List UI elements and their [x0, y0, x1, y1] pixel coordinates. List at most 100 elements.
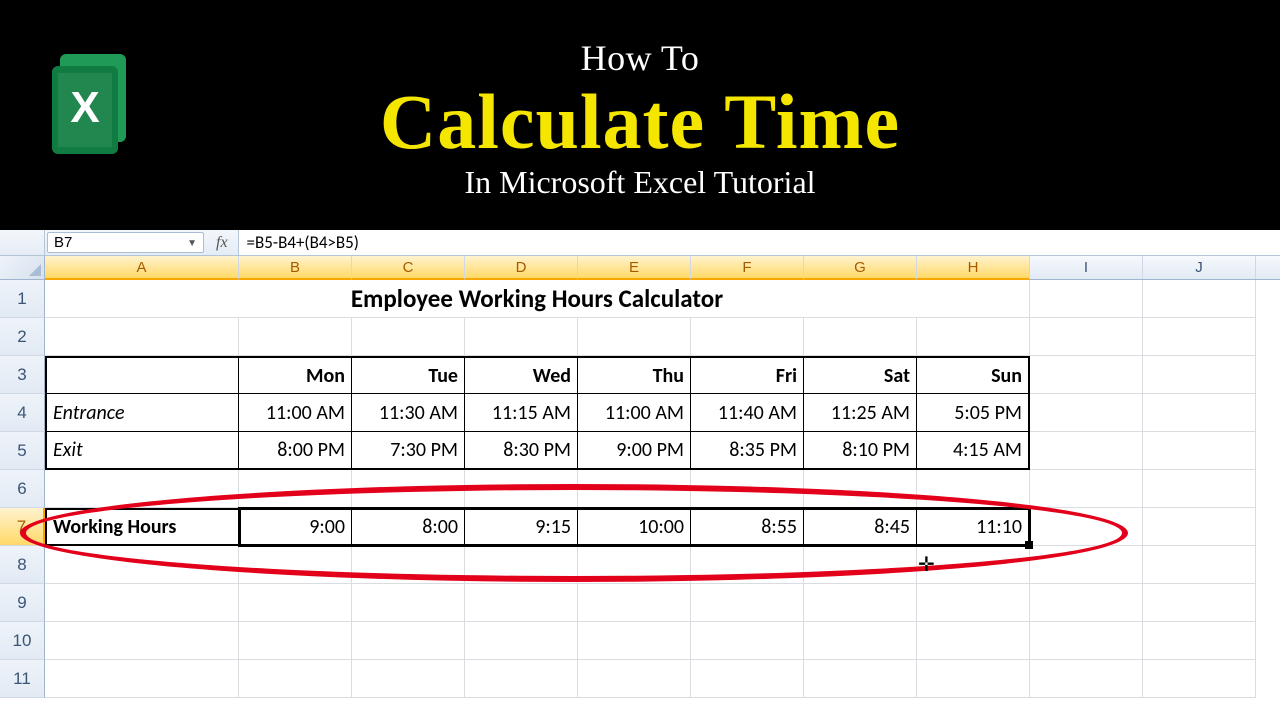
cell-C3[interactable]: Tue	[352, 356, 465, 394]
cell-F6[interactable]	[691, 470, 804, 508]
cell-E8[interactable]	[578, 546, 691, 584]
cell-J7[interactable]	[1143, 508, 1256, 546]
cell-C5[interactable]: 7:30 PM	[352, 432, 465, 470]
cell-J11[interactable]	[1143, 660, 1256, 698]
col-header-F[interactable]: F	[691, 256, 804, 280]
cell-B3[interactable]: Mon	[239, 356, 352, 394]
cell-J2[interactable]	[1143, 318, 1256, 356]
cell-H10[interactable]	[917, 622, 1030, 660]
cell-D4[interactable]: 11:15 AM	[465, 394, 578, 432]
cell-E5[interactable]: 9:00 PM	[578, 432, 691, 470]
cell-B7[interactable]: 9:00	[239, 508, 352, 546]
cell-F9[interactable]	[691, 584, 804, 622]
cell-J4[interactable]	[1143, 394, 1256, 432]
col-header-G[interactable]: G	[804, 256, 917, 280]
cell-G6[interactable]	[804, 470, 917, 508]
cell-E11[interactable]	[578, 660, 691, 698]
col-header-D[interactable]: D	[465, 256, 578, 280]
cell-C11[interactable]	[352, 660, 465, 698]
cell-J6[interactable]	[1143, 470, 1256, 508]
cell-A3[interactable]	[45, 356, 239, 394]
cell-H7[interactable]: 11:10	[917, 508, 1030, 546]
cell-F8[interactable]	[691, 546, 804, 584]
cell-J5[interactable]	[1143, 432, 1256, 470]
cell-H4[interactable]: 5:05 PM	[917, 394, 1030, 432]
cell-A10[interactable]	[45, 622, 239, 660]
cell-G7[interactable]: 8:45	[804, 508, 917, 546]
col-header-H[interactable]: H	[917, 256, 1030, 280]
cell-D10[interactable]	[465, 622, 578, 660]
cell-D6[interactable]	[465, 470, 578, 508]
formula-input[interactable]: =B5-B4+(B4>B5)	[239, 230, 1280, 255]
row-header-4[interactable]: 4	[0, 394, 45, 432]
cell-I4[interactable]	[1030, 394, 1143, 432]
row-header-11[interactable]: 11	[0, 660, 45, 698]
cell-H11[interactable]	[917, 660, 1030, 698]
row-header-10[interactable]: 10	[0, 622, 45, 660]
cell-I7[interactable]	[1030, 508, 1143, 546]
cell-I5[interactable]	[1030, 432, 1143, 470]
cell-C8[interactable]	[352, 546, 465, 584]
cell-C10[interactable]	[352, 622, 465, 660]
cell-D11[interactable]	[465, 660, 578, 698]
cell-G5[interactable]: 8:10 PM	[804, 432, 917, 470]
cell-D9[interactable]	[465, 584, 578, 622]
cell-E3[interactable]: Thu	[578, 356, 691, 394]
cell-A7[interactable]: Working Hours	[45, 508, 239, 546]
cell-G2[interactable]	[804, 318, 917, 356]
row-header-8[interactable]: 8	[0, 546, 45, 584]
select-all-corner[interactable]	[0, 256, 45, 279]
cell-A8[interactable]	[45, 546, 239, 584]
cell-G8[interactable]	[804, 546, 917, 584]
cell-G9[interactable]	[804, 584, 917, 622]
col-header-A[interactable]: A	[45, 256, 239, 280]
col-header-E[interactable]: E	[578, 256, 691, 280]
cell-G3[interactable]: Sat	[804, 356, 917, 394]
cell-H5[interactable]: 4:15 AM	[917, 432, 1030, 470]
cell-E4[interactable]: 11:00 AM	[578, 394, 691, 432]
cell-B8[interactable]	[239, 546, 352, 584]
fx-icon[interactable]: fx	[216, 234, 228, 252]
cell-J8[interactable]	[1143, 546, 1256, 584]
name-box[interactable]: B7 ▼	[47, 232, 204, 253]
cell-G4[interactable]: 11:25 AM	[804, 394, 917, 432]
cell-F4[interactable]: 11:40 AM	[691, 394, 804, 432]
cell-H6[interactable]	[917, 470, 1030, 508]
cell-B9[interactable]	[239, 584, 352, 622]
col-header-I[interactable]: I	[1030, 256, 1143, 279]
cell-J9[interactable]	[1143, 584, 1256, 622]
row-header-1[interactable]: 1	[0, 280, 45, 318]
col-header-C[interactable]: C	[352, 256, 465, 280]
cell-E9[interactable]	[578, 584, 691, 622]
cell-I6[interactable]	[1030, 470, 1143, 508]
cell-A9[interactable]	[45, 584, 239, 622]
row-header-2[interactable]: 2	[0, 318, 45, 356]
cell-B5[interactable]: 8:00 PM	[239, 432, 352, 470]
row-header-7[interactable]: 7	[0, 508, 45, 546]
cell-title[interactable]: Employee Working Hours Calculator	[45, 280, 1030, 318]
col-header-J[interactable]: J	[1143, 256, 1256, 279]
cell-E10[interactable]	[578, 622, 691, 660]
cell-I11[interactable]	[1030, 660, 1143, 698]
cell-J10[interactable]	[1143, 622, 1256, 660]
cell-H3[interactable]: Sun	[917, 356, 1030, 394]
cell-A11[interactable]	[45, 660, 239, 698]
cell-I1[interactable]	[1030, 280, 1143, 318]
cell-E2[interactable]	[578, 318, 691, 356]
cell-F7[interactable]: 8:55	[691, 508, 804, 546]
cell-G10[interactable]	[804, 622, 917, 660]
cell-B10[interactable]	[239, 622, 352, 660]
cell-H9[interactable]	[917, 584, 1030, 622]
cell-C4[interactable]: 11:30 AM	[352, 394, 465, 432]
cell-H2[interactable]	[917, 318, 1030, 356]
cell-A4[interactable]: Entrance	[45, 394, 239, 432]
cell-A6[interactable]	[45, 470, 239, 508]
cell-C9[interactable]	[352, 584, 465, 622]
cell-F10[interactable]	[691, 622, 804, 660]
row-header-3[interactable]: 3	[0, 356, 45, 394]
cell-C2[interactable]	[352, 318, 465, 356]
cell-B6[interactable]	[239, 470, 352, 508]
cell-J1[interactable]	[1143, 280, 1256, 318]
cell-D2[interactable]	[465, 318, 578, 356]
cell-A2[interactable]	[45, 318, 239, 356]
